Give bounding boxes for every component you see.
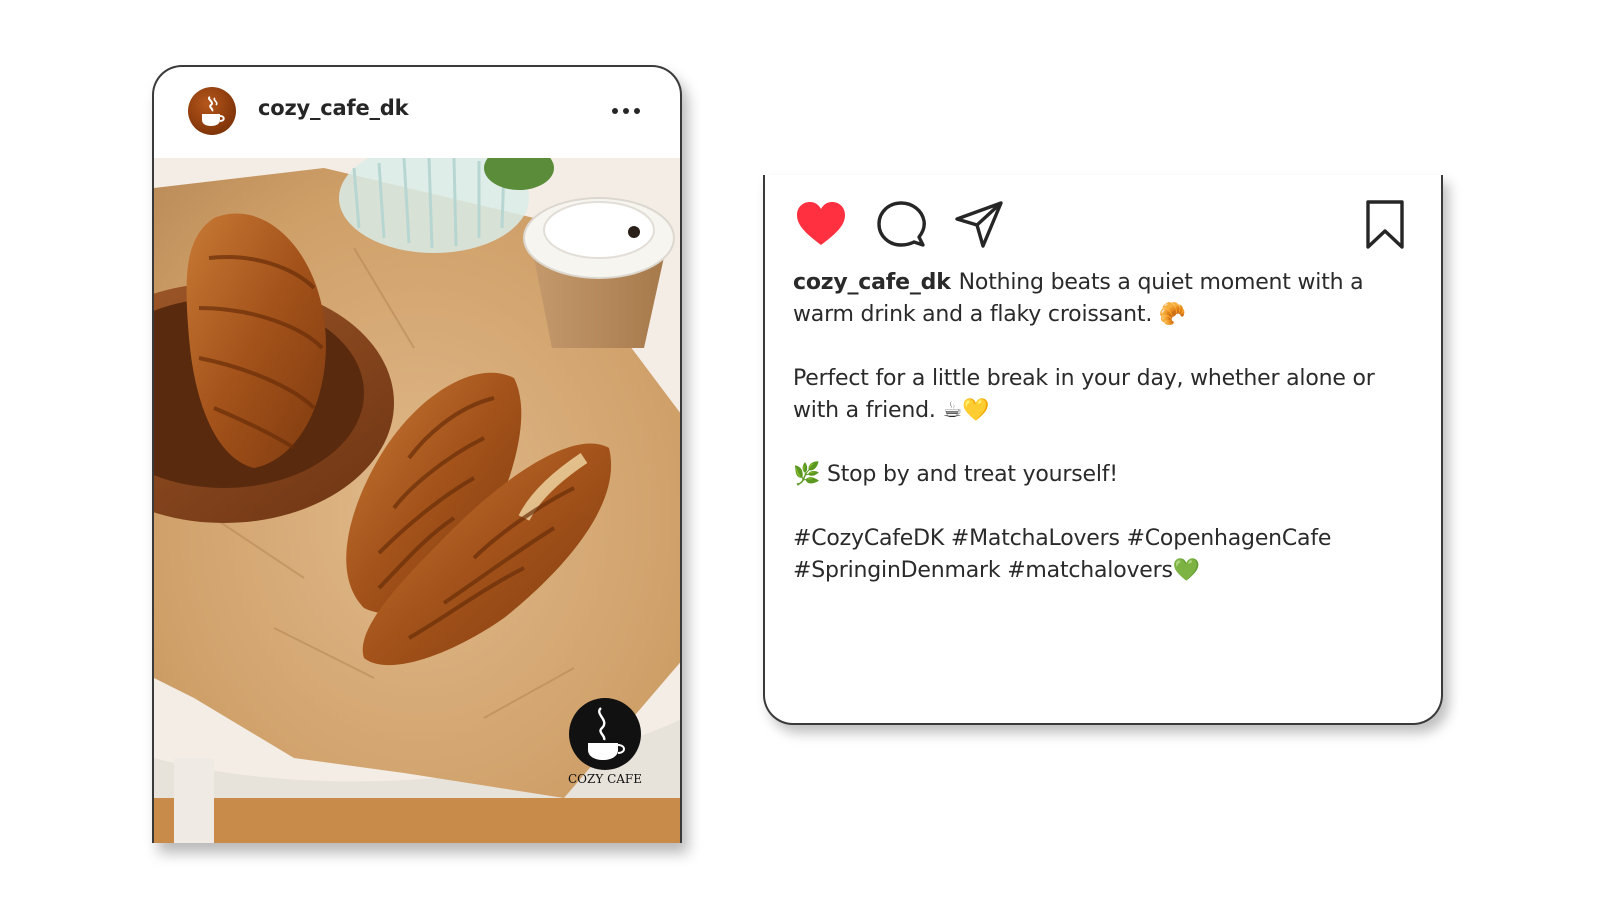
heart-filled-icon[interactable] (795, 199, 847, 251)
post-header: cozy_cafe_dk (154, 67, 680, 158)
caption-paragraph-1: cozy_cafe_dk Nothing beats a quiet moment… (793, 267, 1413, 331)
watermark-text: COZY CAFE (568, 772, 642, 786)
caption-hashtags[interactable]: #CozyCafeDK #MatchaLovers #CopenhagenCaf… (793, 523, 1413, 587)
croissant-photo-illustration: COZY CAFE (154, 158, 680, 843)
bookmark-icon[interactable] (1359, 199, 1411, 251)
caption-username[interactable]: cozy_cafe_dk (793, 270, 951, 295)
caption-card: cozy_cafe_dk Nothing beats a quiet moment… (763, 175, 1443, 725)
post-photo[interactable]: COZY CAFE (154, 158, 680, 843)
caption-paragraph-3: 🌿 Stop by and treat yourself! (793, 462, 1118, 487)
post-card: cozy_cafe_dk COZY CAFE (152, 65, 682, 843)
caption-text: cozy_cafe_dk Nothing beats a quiet moment… (793, 267, 1413, 619)
caption-paragraph-2: Perfect for a little break in your day, … (793, 366, 1375, 423)
avatar[interactable] (188, 87, 236, 135)
comment-icon[interactable] (875, 199, 927, 251)
action-bar (795, 199, 1415, 251)
more-horizontal-icon[interactable] (612, 103, 646, 119)
send-icon[interactable] (953, 199, 1005, 251)
post-username[interactable]: cozy_cafe_dk (258, 96, 409, 120)
coffee-cup-logo-icon (202, 96, 225, 126)
